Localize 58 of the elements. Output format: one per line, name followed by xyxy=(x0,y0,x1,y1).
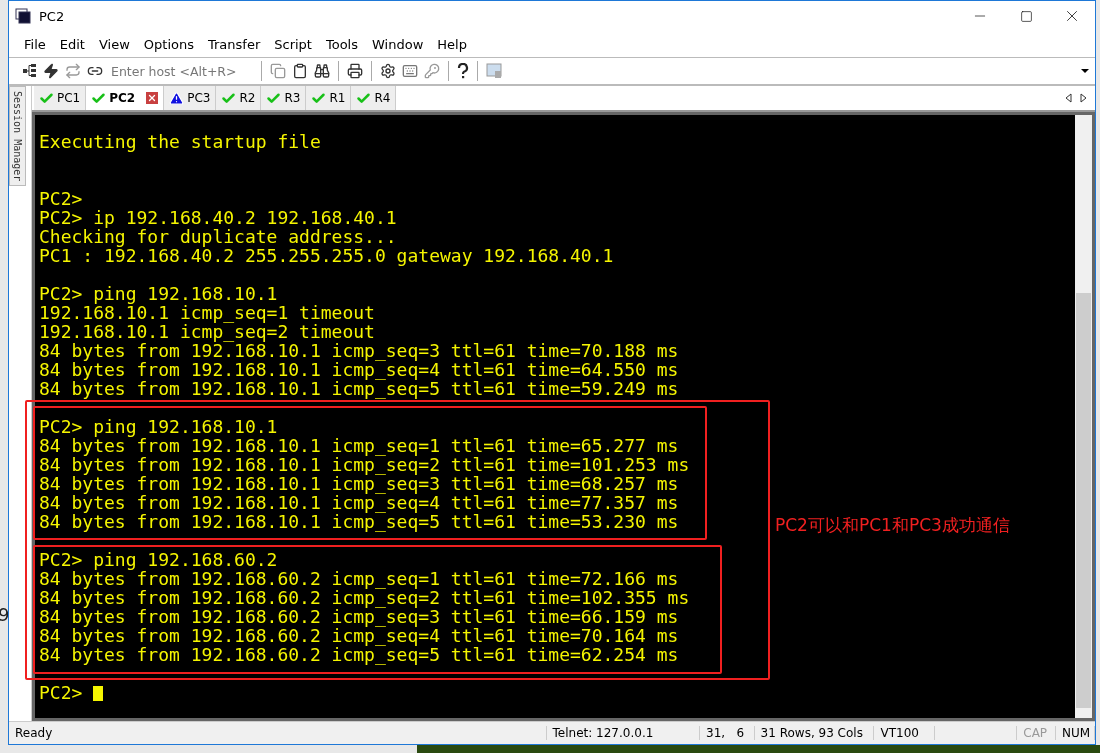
warning-icon xyxy=(169,90,185,106)
check-icon xyxy=(39,90,54,106)
clipboard-icon[interactable] xyxy=(292,63,308,79)
terminal-line: PC2> ping 192.168.60.2 xyxy=(39,549,278,570)
session-tab[interactable]: PC3 xyxy=(164,86,217,110)
menu-item[interactable]: Tools xyxy=(319,36,365,52)
connection-status: Telnet: 127.0.0.1 xyxy=(546,726,701,740)
terminal-line: PC2> xyxy=(39,188,83,209)
check-icon xyxy=(91,90,107,106)
scroll-left-icon[interactable] xyxy=(1065,93,1072,103)
lightning-icon[interactable] xyxy=(43,63,59,79)
help-icon[interactable] xyxy=(457,63,469,79)
maximize-icon[interactable] xyxy=(1019,9,1033,23)
binoculars-icon[interactable] xyxy=(314,63,330,79)
scrollbar[interactable] xyxy=(1075,115,1092,718)
session-tab[interactable]: R2 xyxy=(216,86,262,110)
menu-item[interactable]: Transfer xyxy=(201,36,268,52)
terminal-line: PC2> ping 192.168.10.1 xyxy=(39,416,278,437)
status-message: Ready xyxy=(9,726,547,740)
menu-item[interactable]: Help xyxy=(430,36,474,52)
copy-icon[interactable] xyxy=(270,63,286,79)
close-tab-button[interactable] xyxy=(146,92,159,104)
connect-tree-icon[interactable] xyxy=(23,64,37,78)
check-icon xyxy=(311,90,327,106)
settings-icon[interactable] xyxy=(380,63,396,79)
session-tab[interactable]: PC1 xyxy=(34,86,87,110)
terminal-line: PC2> ip 192.168.40.2 192.168.40.1 xyxy=(39,207,397,228)
printer-icon[interactable] xyxy=(347,63,363,79)
menu-item[interactable]: Edit xyxy=(52,36,92,52)
keyboard-icon[interactable] xyxy=(402,63,418,79)
terminal-prompt: PC2> xyxy=(39,682,83,703)
menu-item[interactable]: View xyxy=(91,36,137,52)
check-icon xyxy=(266,90,282,106)
dropdown-caret-icon[interactable] xyxy=(1081,69,1089,73)
key-icon[interactable] xyxy=(424,63,440,79)
cursor-position: 31, 6 xyxy=(700,726,755,740)
emulation-type: VT100 xyxy=(874,726,935,740)
session-tab[interactable]: R1 xyxy=(306,86,352,110)
check-icon xyxy=(356,90,372,106)
session-tab[interactable]: R3 xyxy=(261,86,307,110)
key-indicator: CAP xyxy=(1017,726,1056,740)
menu-item[interactable]: Options xyxy=(136,36,201,52)
key-indicator: NUM xyxy=(1056,726,1095,740)
menu-item[interactable]: Window xyxy=(365,36,431,52)
repeat-icon[interactable] xyxy=(65,63,81,79)
annotation-text: PC2可以和PC1和PC3成功通信 xyxy=(775,514,1010,537)
menu-item[interactable]: Script xyxy=(267,36,319,52)
window-title: PC2 xyxy=(39,8,66,24)
app-icon xyxy=(15,8,31,24)
terminal-line: PC2> ping 192.168.10.1 xyxy=(39,283,278,304)
session-tab[interactable]: R4 xyxy=(351,86,397,110)
terminal-line: Executing the startup file xyxy=(39,131,321,152)
terminal-size: 31 Rows, 93 Cols xyxy=(754,726,875,740)
background-text: 9 xyxy=(0,604,10,625)
menu-item[interactable]: File xyxy=(17,36,53,52)
session-manager-tab[interactable]: Session Manager xyxy=(9,86,26,187)
check-icon xyxy=(221,90,237,106)
scroll-right-icon[interactable] xyxy=(1080,93,1087,103)
